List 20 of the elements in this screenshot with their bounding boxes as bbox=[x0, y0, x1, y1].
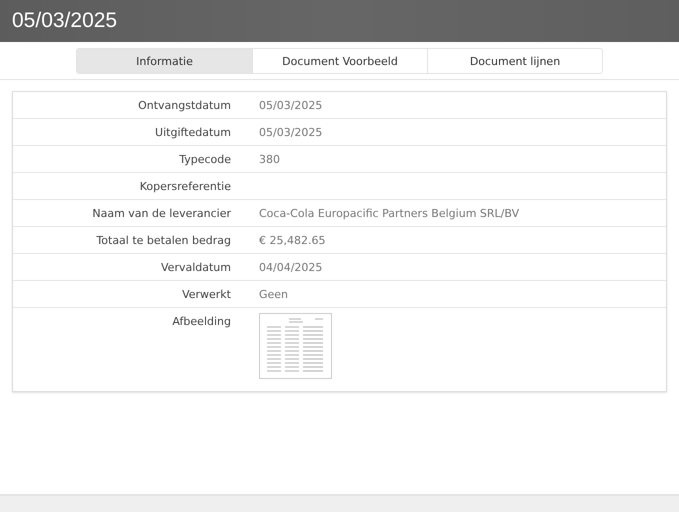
field-label: Naam van de leverancier bbox=[91, 206, 231, 222]
field-value: 05/03/2025 bbox=[259, 98, 322, 114]
field-label: Totaal te betalen bedrag bbox=[95, 233, 231, 249]
field-value: 04/04/2025 bbox=[259, 260, 322, 276]
tab[interactable]: Document lijnen bbox=[427, 49, 602, 73]
field-label: Kopersreferentie bbox=[138, 179, 231, 195]
field-value: Geen bbox=[259, 287, 288, 303]
field-label: Uitgiftedatum bbox=[154, 125, 231, 141]
field-value: Coca-Cola Europacific Partners Belgium SRL/BV bbox=[259, 206, 520, 222]
document-thumbnail[interactable] bbox=[259, 313, 332, 379]
field-label: Afbeelding bbox=[171, 314, 231, 330]
page-title: 05/03/2025 bbox=[12, 9, 118, 33]
field-label: Verwerkt bbox=[181, 287, 231, 303]
field-value: 05/03/2025 bbox=[259, 125, 322, 141]
field-label: Typecode bbox=[178, 152, 231, 168]
field-label: Vervaldatum bbox=[160, 260, 231, 276]
field-value: 380 bbox=[259, 152, 280, 168]
field-value: € 25,482.65 bbox=[259, 233, 326, 249]
field-label: Ontvangstdatum bbox=[137, 98, 231, 114]
tab[interactable]: Informatie bbox=[77, 49, 252, 73]
